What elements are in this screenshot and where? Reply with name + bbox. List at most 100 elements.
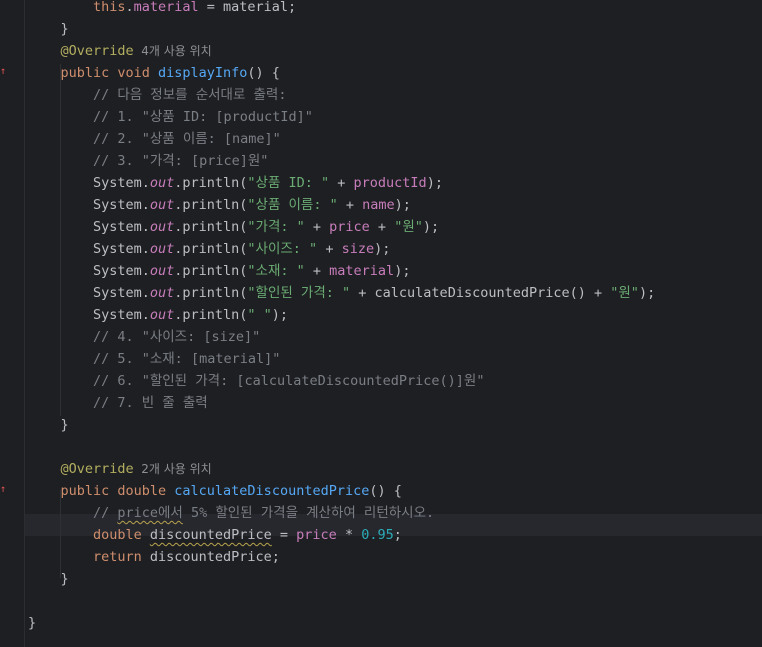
code-token: ); bbox=[422, 219, 440, 235]
code-token: price bbox=[329, 219, 370, 235]
code-line[interactable]: this.material = material; bbox=[28, 0, 296, 18]
code-line[interactable]: } bbox=[28, 18, 69, 40]
code-token: () { bbox=[369, 483, 402, 499]
code-line[interactable]: System.out.println("사이즈: " + size); bbox=[28, 238, 390, 260]
code-token: @Override bbox=[60, 43, 134, 59]
code-token: ); bbox=[374, 241, 391, 257]
code-token: material bbox=[133, 0, 199, 15]
code-token: // 다음 정보를 순서대로 출력: bbox=[92, 87, 287, 103]
code-token: System. bbox=[92, 197, 150, 213]
code-token: () { bbox=[247, 65, 280, 81]
code-line[interactable]: System.out.println("소재: " + material); bbox=[28, 260, 411, 282]
code-line[interactable]: // 7. 빈 줄 출력 bbox=[28, 392, 208, 414]
code-token: double bbox=[117, 483, 175, 499]
code-token: System. bbox=[92, 175, 150, 191]
code-token: double bbox=[92, 527, 150, 543]
code-token: price에서 bbox=[117, 505, 183, 521]
code-editor[interactable]: this.material = material;} @Override 4개 사… bbox=[0, 0, 762, 647]
usage-hint[interactable]: 4개 사용 위치 bbox=[134, 44, 211, 58]
code-token: out bbox=[149, 197, 175, 213]
code-token: // 5. "소재: [material]" bbox=[92, 351, 281, 367]
code-token: System. bbox=[92, 263, 150, 279]
code-token: // bbox=[92, 505, 118, 521]
code-line[interactable]: public double calculateDiscountedPrice()… bbox=[28, 480, 402, 502]
code-line[interactable]: System.out.println("할인된 가격: " + calculat… bbox=[28, 282, 655, 304]
code-token: // 1. "상품 ID: [productId]" bbox=[92, 109, 313, 125]
code-token: calculateDiscountedPrice bbox=[174, 483, 370, 499]
code-token: discountedPrice; bbox=[149, 549, 280, 565]
code-line[interactable]: // 6. "할인된 가격: [calculateDiscountedPrice… bbox=[28, 370, 485, 392]
code-line[interactable]: public void displayInfo() { bbox=[28, 62, 280, 84]
override-marker-icon[interactable]: ↑ bbox=[0, 66, 10, 78]
code-token: " " bbox=[247, 307, 272, 323]
override-marker-icon[interactable]: ↑ bbox=[0, 484, 10, 496]
code-token: "사이즈: " bbox=[247, 241, 318, 257]
code-token: System. bbox=[92, 241, 150, 257]
code-token: } bbox=[60, 21, 69, 37]
code-token: + bbox=[317, 241, 342, 257]
code-token: .println( bbox=[174, 307, 248, 323]
code-line[interactable]: System.out.println(" "); bbox=[28, 304, 288, 326]
code-token: + bbox=[369, 219, 395, 235]
code-token: size bbox=[341, 241, 375, 257]
code-token: name bbox=[362, 197, 395, 213]
code-line[interactable]: } bbox=[28, 612, 36, 634]
code-line[interactable]: System.out.println("가격: " + price + "원")… bbox=[28, 216, 439, 238]
code-line[interactable]: // price에서 5% 할인된 가격을 계산하여 리턴하시오. bbox=[28, 502, 434, 524]
code-token: = bbox=[271, 527, 297, 543]
code-token: "가격: " bbox=[247, 219, 305, 235]
code-token: "상품 이름: " bbox=[247, 197, 338, 213]
code-token: ); bbox=[638, 285, 656, 301]
code-line[interactable]: @Override 2개 사용 위치 bbox=[28, 458, 211, 480]
code-line[interactable]: // 3. "가격: [price]원" bbox=[28, 150, 268, 172]
editor-gutter[interactable] bbox=[0, 0, 25, 647]
code-token: "할인된 가격: " bbox=[247, 285, 351, 301]
code-token: public bbox=[60, 65, 118, 81]
code-token: 0.95 bbox=[361, 527, 394, 543]
code-token: } bbox=[60, 417, 69, 433]
code-line[interactable]: } bbox=[28, 568, 69, 590]
code-line[interactable]: @Override 4개 사용 위치 bbox=[28, 40, 211, 62]
code-line[interactable]: return discountedPrice; bbox=[28, 546, 280, 568]
code-token: out bbox=[149, 285, 175, 301]
usage-hint[interactable]: 2개 사용 위치 bbox=[134, 462, 211, 476]
code-token: .println( bbox=[174, 241, 248, 257]
code-token: ); bbox=[426, 175, 443, 191]
code-token: ); bbox=[394, 197, 411, 213]
code-token: out bbox=[149, 219, 175, 235]
code-token: return bbox=[92, 549, 150, 565]
code-token: System. bbox=[92, 219, 150, 235]
code-token: . bbox=[125, 0, 134, 15]
code-line[interactable]: System.out.println("상품 ID: " + productId… bbox=[28, 172, 443, 194]
code-token: price bbox=[296, 527, 337, 543]
code-token: // 3. "가격: [price]원" bbox=[92, 153, 269, 169]
code-token: + bbox=[304, 219, 330, 235]
code-token: .println( bbox=[174, 219, 248, 235]
code-token: * bbox=[336, 527, 362, 543]
code-token: "원" bbox=[394, 219, 423, 235]
code-token: ); bbox=[394, 263, 411, 279]
code-token: System. bbox=[92, 285, 150, 301]
code-line-current[interactable]: double discountedPrice = price * 0.95; bbox=[28, 524, 402, 546]
code-token: out bbox=[149, 263, 175, 279]
code-line[interactable]: // 4. "사이즈: [size]" bbox=[28, 326, 260, 348]
code-line[interactable]: // 다음 정보를 순서대로 출력: bbox=[28, 84, 287, 106]
code-line[interactable]: System.out.println("상품 이름: " + name); bbox=[28, 194, 411, 216]
code-token: + calculateDiscountedPrice() + bbox=[350, 285, 611, 301]
code-line[interactable]: // 2. "상품 이름: [name]" bbox=[28, 128, 281, 150]
code-line[interactable]: // 5. "소재: [material]" bbox=[28, 348, 280, 370]
code-token: + bbox=[304, 263, 330, 279]
code-token: .println( bbox=[174, 285, 248, 301]
code-token: "상품 ID: " bbox=[247, 175, 330, 191]
code-token: material bbox=[329, 263, 395, 279]
code-line[interactable]: } bbox=[28, 414, 69, 436]
code-token: "원" bbox=[610, 285, 639, 301]
code-token: .println( bbox=[174, 175, 248, 191]
code-line[interactable]: // 1. "상품 ID: [productId]" bbox=[28, 106, 313, 128]
code-token: } bbox=[60, 571, 69, 587]
code-token: ; bbox=[393, 527, 402, 543]
code-token: @Override bbox=[60, 461, 134, 477]
code-token: displayInfo bbox=[158, 65, 248, 81]
code-token: discountedPrice bbox=[149, 527, 272, 543]
code-token: } bbox=[28, 615, 37, 631]
